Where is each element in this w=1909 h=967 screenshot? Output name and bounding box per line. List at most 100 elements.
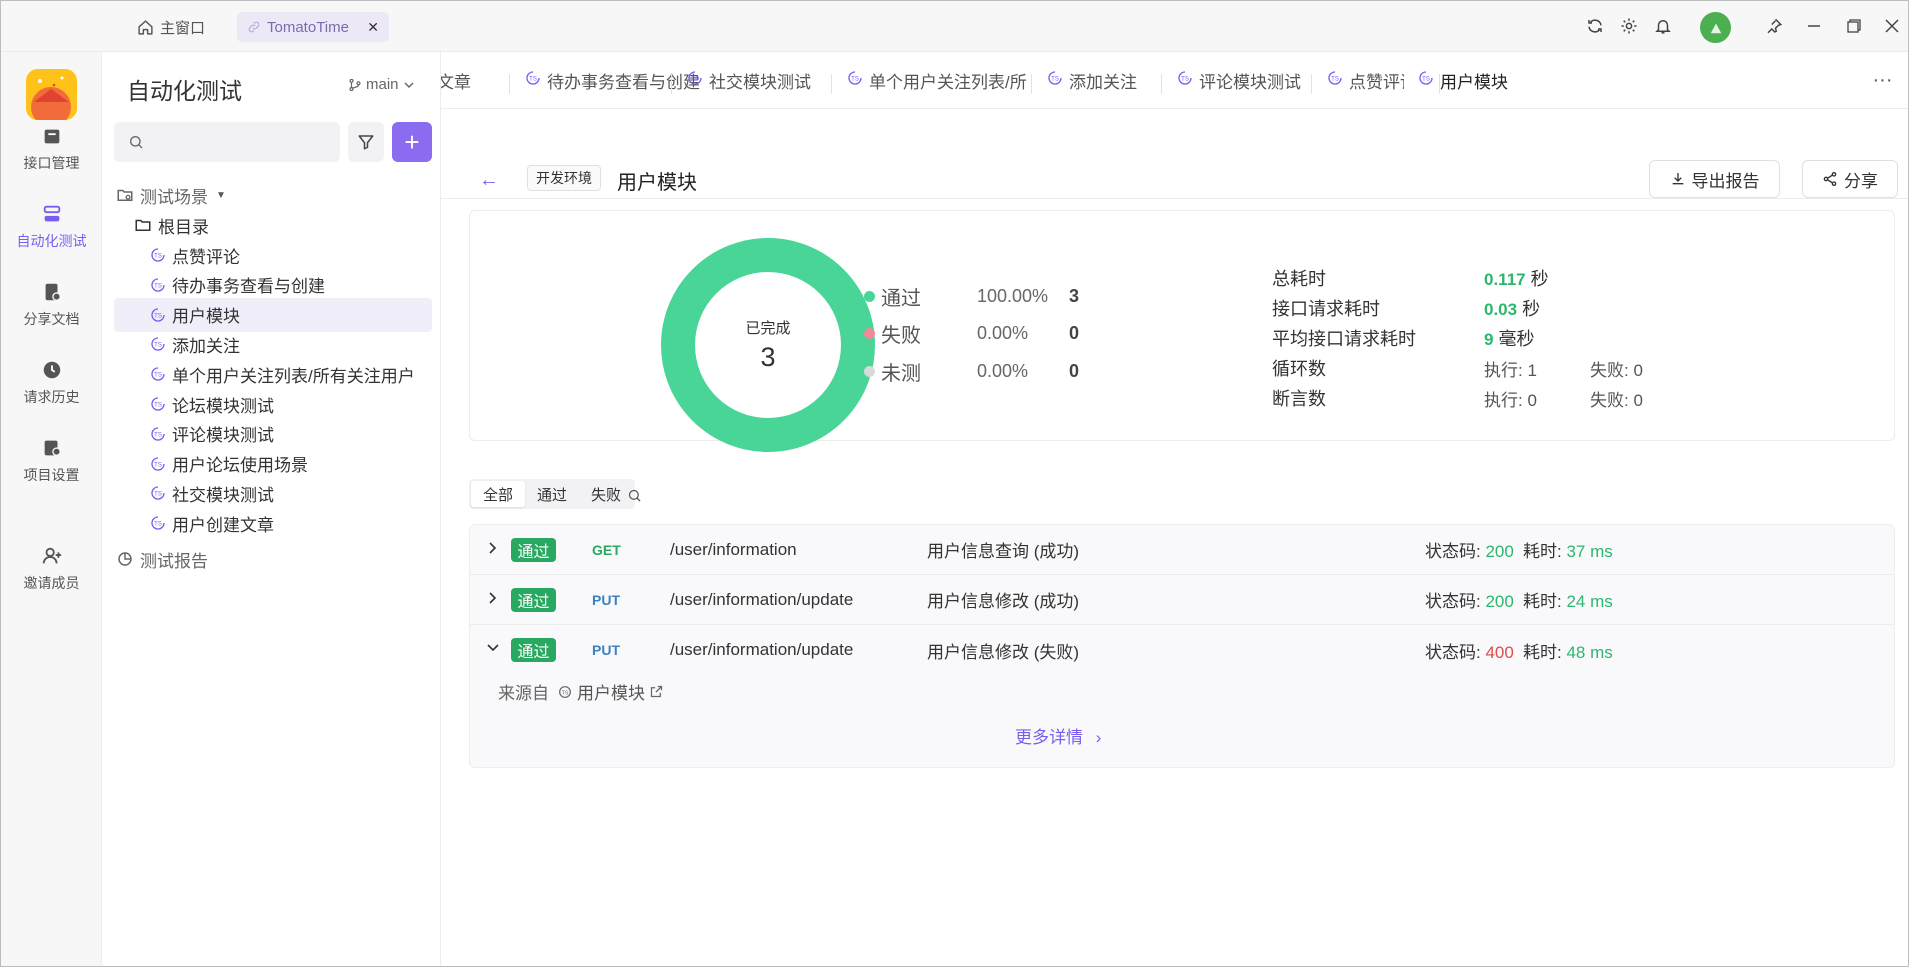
tree-item-scene[interactable]: TS 待办事务查看与创建 — [114, 268, 432, 302]
nav-api-management[interactable]: 接口管理 — [1, 125, 102, 195]
legend-name: 通过 — [881, 287, 921, 310]
tree-test-scenes[interactable]: 测试场景 ▼ — [116, 178, 434, 212]
filter-all[interactable]: 全部 — [471, 481, 526, 507]
chevron-right-icon[interactable] — [486, 541, 500, 555]
caret-down-icon: ▼ — [216, 189, 226, 201]
close-window-icon[interactable] — [1881, 15, 1903, 37]
svg-text:TS: TS — [851, 77, 859, 83]
svg-text:TS: TS — [154, 462, 162, 468]
restore-icon[interactable] — [1843, 15, 1865, 37]
svg-text:TS: TS — [691, 77, 699, 83]
branch-icon — [349, 78, 361, 91]
branch-name: main — [366, 76, 399, 93]
scene-search-input[interactable] — [114, 122, 340, 162]
automation-icon — [43, 205, 60, 222]
scene-file-icon: TS — [151, 367, 165, 381]
project-tab[interactable]: TomatoTime ✕ — [237, 12, 389, 42]
search-icon[interactable] — [627, 488, 642, 503]
report-header: ← 开发环境 用户模块 导出报告 分享 — [441, 109, 1908, 199]
tree-test-reports[interactable]: 测试报告 — [116, 542, 434, 576]
search-icon — [130, 136, 143, 149]
chevron-right-icon: › — [1095, 728, 1102, 747]
duration-label: 耗时: — [1523, 542, 1562, 561]
scene-tab[interactable]: TS 待办事务查看与创建 — [511, 52, 700, 108]
add-scene-button[interactable]: + — [392, 122, 432, 162]
legend-percent: 0.00% — [977, 322, 1029, 343]
minimize-icon[interactable] — [1803, 15, 1825, 37]
nav-request-history[interactable]: 请求历史 — [1, 359, 102, 429]
scene-tab[interactable]: TS 添加关注 — [1033, 52, 1153, 108]
sidebar-title: 自动化测试 — [127, 78, 242, 104]
gear-icon[interactable] — [1618, 15, 1640, 37]
scene-file-icon: TS — [151, 278, 165, 292]
stat-value: 0.117 — [1484, 270, 1526, 289]
svg-text:TS: TS — [154, 403, 162, 409]
home-window-tab[interactable]: 主窗口 — [137, 12, 205, 42]
tab-separator — [509, 74, 510, 94]
request-path: /user/information/update — [670, 589, 854, 609]
scene-file-icon: TS — [1178, 71, 1192, 85]
assertions-failed: 失败: 0 — [1590, 390, 1643, 410]
assertions-executed: 执行: 0 — [1484, 390, 1537, 410]
tree-root-folder[interactable]: 根目录 — [134, 208, 452, 242]
branch-selector[interactable]: main — [348, 76, 415, 93]
more-tabs-button[interactable]: ··· — [1855, 52, 1908, 108]
result-row[interactable]: 通过 GET/user/information 用户信息查询 (成功) 状态码: 20… — [470, 525, 1894, 575]
svg-text:TS: TS — [154, 373, 162, 379]
nav-share-docs[interactable]: 分享文档 — [1, 281, 102, 351]
scene-file-icon: TS — [526, 71, 540, 85]
stat-label: 循环数 — [1272, 359, 1326, 379]
scene-tab[interactable]: TS 评论模块测试 — [1163, 52, 1303, 108]
nav-automation-test[interactable]: 自动化测试 — [1, 203, 102, 273]
export-report-button[interactable]: 导出报告 — [1649, 160, 1780, 198]
scene-tab[interactable]: 文章 — [441, 52, 491, 108]
chevron-down-icon[interactable] — [486, 641, 500, 655]
tree-item-label: 社交模块测试 — [172, 485, 274, 505]
tree-root-label: 根目录 — [158, 217, 209, 237]
more-details-label: 更多详情 — [1015, 728, 1083, 747]
filter-fail[interactable]: 失败 — [579, 481, 633, 507]
result-row[interactable]: 通过 PUT/user/information/update 用户信息修改 (失败)… — [470, 625, 1894, 675]
legend-count: 0 — [1069, 360, 1080, 381]
duration-label: 耗时: — [1523, 592, 1562, 611]
result-row[interactable]: 通过 PUT/user/information/update 用户信息修改 (成功)… — [470, 575, 1894, 625]
filter-button[interactable] — [348, 122, 384, 162]
filter-pass[interactable]: 通过 — [525, 481, 579, 507]
chevron-right-icon[interactable] — [486, 591, 500, 605]
refresh-icon[interactable] — [1584, 15, 1606, 37]
svg-text:TS: TS — [1181, 77, 1189, 83]
tree-item-label: 用户创建文章 — [172, 515, 274, 535]
scene-tab[interactable]: TS 单个用户关注列表/所 — [833, 52, 1027, 108]
scene-file-icon: TS — [1048, 71, 1062, 85]
source-link[interactable]: TS 用户模块 — [557, 679, 664, 704]
nav-invite-members[interactable]: 邀请成员 — [1, 545, 102, 615]
bell-icon[interactable] — [1652, 15, 1674, 37]
scene-tab[interactable]: TS 社交模块测试 — [673, 52, 823, 108]
svg-text:TS: TS — [562, 690, 569, 696]
share-doc-icon — [45, 283, 61, 301]
nav-api-label: 接口管理 — [23, 155, 80, 171]
pin-icon[interactable] — [1763, 15, 1785, 37]
back-arrow-icon[interactable]: ← — [479, 169, 499, 192]
svg-text:TS: TS — [1051, 77, 1059, 83]
scene-file-icon: TS — [688, 71, 702, 85]
share-button[interactable]: 分享 — [1802, 160, 1898, 198]
share-label: 分享 — [1844, 171, 1878, 191]
tree-item-scene[interactable]: TS 用户创建文章 — [114, 506, 432, 540]
legend-fail: 失败 0.00% 0 — [864, 318, 1079, 348]
legend-name: 未测 — [881, 362, 921, 385]
svg-text:TS: TS — [1331, 77, 1339, 83]
close-tab-icon[interactable]: ✕ — [367, 19, 379, 36]
more-details-link[interactable]: 更多详情 › — [1015, 723, 1101, 748]
scene-tab[interactable]: TS 用户模块 — [1404, 52, 1559, 108]
tab-separator — [1311, 74, 1312, 94]
nav-share-docs-label: 分享文档 — [23, 311, 80, 327]
scene-tab-label: 单个用户关注列表/所 — [869, 73, 1027, 92]
donut-center: 已完成 3 — [661, 238, 875, 452]
home-icon — [138, 19, 153, 35]
nav-project-settings[interactable]: 项目设置 — [1, 437, 102, 507]
legend-dot — [864, 290, 875, 302]
svg-text:TS: TS — [154, 343, 162, 349]
status-code-label: 状态码: — [1425, 542, 1481, 561]
user-avatar[interactable] — [1700, 12, 1731, 43]
